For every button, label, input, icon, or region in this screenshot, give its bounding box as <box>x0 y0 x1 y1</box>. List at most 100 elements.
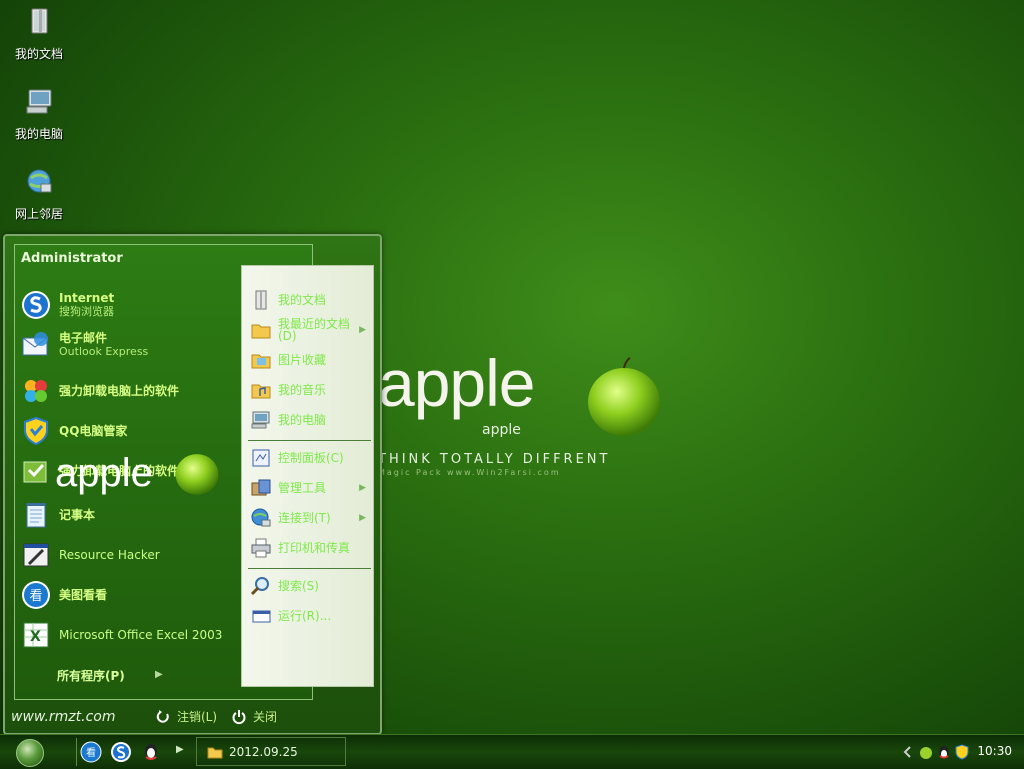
shutdown-label: 关闭 <box>253 710 278 724</box>
excel-icon: X <box>23 622 49 648</box>
uninstaller-icon <box>25 380 47 402</box>
run-icon <box>252 610 271 623</box>
separator <box>248 568 371 569</box>
places-item-my-computer[interactable]: 我的电脑 <box>250 408 368 432</box>
svg-text:看: 看 <box>86 746 96 759</box>
program-title: Internet <box>59 291 115 305</box>
taskbar-window-label: 2012.09.25 <box>229 744 298 759</box>
program-item-internet[interactable]: Internet 搜狗浏览器 <box>21 287 241 323</box>
control-panel-icon <box>252 449 270 467</box>
my-computer-icon <box>251 411 270 429</box>
places-item-label: 控制面板(C) <box>278 451 344 465</box>
qq-icon[interactable] <box>140 741 162 763</box>
start-menu-apple-logo: apple <box>55 453 219 495</box>
shutdown-button[interactable]: 关闭 <box>231 708 277 725</box>
places-item-admin-tools[interactable]: 管理工具 ▶ <box>250 476 368 500</box>
desktop-icon-my-documents[interactable]: 我的文档 <box>8 6 70 62</box>
taskbar-window-button[interactable]: 2012.09.25 <box>196 737 346 766</box>
program-item-meitu[interactable]: 看 美图看看 <box>21 577 241 613</box>
wallpaper-logo: apple apple THINK TOTALLY DIFFRENT Magic… <box>378 346 660 477</box>
chevron-right-icon: ▶ <box>359 483 366 493</box>
separator <box>76 738 77 766</box>
qq-manager-icon <box>24 416 48 446</box>
start-menu-footer: www.rmzt.com 注销(L) 关闭 <box>5 699 380 733</box>
all-programs-button[interactable]: 所有程序(P) <box>57 667 125 684</box>
start-button[interactable] <box>16 739 44 767</box>
places-item-search[interactable]: 搜索(S) <box>250 574 368 598</box>
program-title: 电子邮件 <box>59 331 108 345</box>
printers-icon <box>251 538 271 558</box>
places-item-printers[interactable]: 打印机和传真 <box>250 536 368 560</box>
places-item-label: 管理工具 <box>278 481 327 495</box>
program-item-uninstaller[interactable]: 强力卸载电脑上的软件 <box>21 373 241 409</box>
tray-qq-icon[interactable] <box>936 744 952 760</box>
tray-expand-icon[interactable] <box>900 744 916 760</box>
program-item-notepad[interactable]: 记事本 <box>21 497 241 533</box>
resource-hacker-icon <box>23 543 49 567</box>
notepad-icon <box>26 503 46 528</box>
program-title: 美图看看 <box>59 587 108 602</box>
wallpaper-logo-sub: apple <box>482 422 521 438</box>
places-item-label: 打印机和传真 <box>278 541 351 555</box>
music-folder-icon <box>251 384 271 399</box>
recent-folder-icon <box>251 324 271 339</box>
system-tray: 10:30 <box>898 735 1024 769</box>
green-apple-icon <box>175 454 219 495</box>
site-watermark: www.rmzt.com <box>11 709 116 725</box>
program-title: QQ电脑管家 <box>59 423 128 438</box>
network-places-icon <box>27 169 52 193</box>
places-item-recent[interactable]: 我最近的文档(D) ▶ <box>250 318 368 342</box>
start-menu-places-panel: 我的文档 我最近的文档(D) ▶ 图片收藏 我的音乐 我的电脑 控制面板(C) … <box>241 265 374 687</box>
program-item-qq-manager[interactable]: QQ电脑管家 <box>21 413 241 449</box>
places-item-run[interactable]: 运行(R)... <box>250 604 368 628</box>
program-item-excel[interactable]: X Microsoft Office Excel 2003 <box>21 617 241 653</box>
places-item-music[interactable]: 我的音乐 <box>250 378 368 402</box>
green-apple-icon <box>588 357 660 436</box>
logoff-button[interactable]: 注销(L) <box>155 708 217 725</box>
chevron-right-icon: ▶ <box>155 669 163 680</box>
chevron-right-icon[interactable]: ▶ <box>176 744 184 755</box>
tray-apple-icon[interactable] <box>918 744 934 760</box>
desktop-icon-network-places[interactable]: 网上邻居 <box>8 166 70 222</box>
desktop-icon-label: 我的文档 <box>14 47 63 61</box>
meitu-viewer-icon: 看 <box>22 581 50 609</box>
places-item-control-panel[interactable]: 控制面板(C) <box>250 446 368 470</box>
places-item-label: 连接到(T) <box>278 511 331 525</box>
desktop-icon-label: 网上邻居 <box>14 207 63 221</box>
logoff-icon <box>156 709 169 723</box>
folder-icon <box>207 747 223 758</box>
program-subtitle: 搜狗浏览器 <box>59 305 114 318</box>
program-item-email[interactable]: 电子邮件 Outlook Express <box>21 327 241 363</box>
wallpaper-logo-word: apple <box>378 346 535 420</box>
wallpaper-slogan: THINK TOTALLY DIFFRENT <box>378 452 611 467</box>
desktop: { "desktop": { "icons": [ {"label": "我的文… <box>0 0 1024 769</box>
desktop-icon-my-computer[interactable]: 我的电脑 <box>8 86 70 142</box>
program-item-resource-hacker[interactable]: Resource Hacker <box>21 537 241 573</box>
clock[interactable]: 10:30 <box>977 744 1012 758</box>
logoff-label: 注销(L) <box>177 710 218 724</box>
search-icon <box>250 577 269 596</box>
sogou-browser-icon[interactable] <box>110 741 132 763</box>
svg-text:X: X <box>30 629 41 645</box>
svg-text:看: 看 <box>29 588 42 604</box>
my-documents-icon <box>255 290 267 310</box>
start-menu: Administrator Internet 搜狗浏览器 电子邮件 Outlook … <box>3 234 382 735</box>
places-item-connect-to[interactable]: 连接到(T) ▶ <box>250 506 368 530</box>
program-title: 记事本 <box>59 507 96 522</box>
outlook-express-icon <box>22 332 48 356</box>
pictures-folder-icon <box>251 354 271 369</box>
desktop-icon-label: 我的电脑 <box>14 127 63 141</box>
my-documents-icon <box>31 8 48 34</box>
places-item-label: 我的音乐 <box>278 383 327 397</box>
sogou-browser-icon <box>22 291 50 319</box>
tray-shield-icon[interactable] <box>954 744 970 760</box>
show-desktop-icon[interactable]: 看 <box>80 741 102 763</box>
admin-tools-icon <box>251 479 271 496</box>
places-item-pictures[interactable]: 图片收藏 <box>250 348 368 372</box>
program-title: Microsoft Office Excel 2003 <box>59 627 223 642</box>
chevron-right-icon: ▶ <box>359 513 366 523</box>
places-item-label: 搜索(S) <box>278 579 319 593</box>
connect-to-icon <box>251 508 271 527</box>
places-item-label: 运行(R)... <box>278 609 332 623</box>
places-item-my-documents[interactable]: 我的文档 <box>250 288 368 312</box>
